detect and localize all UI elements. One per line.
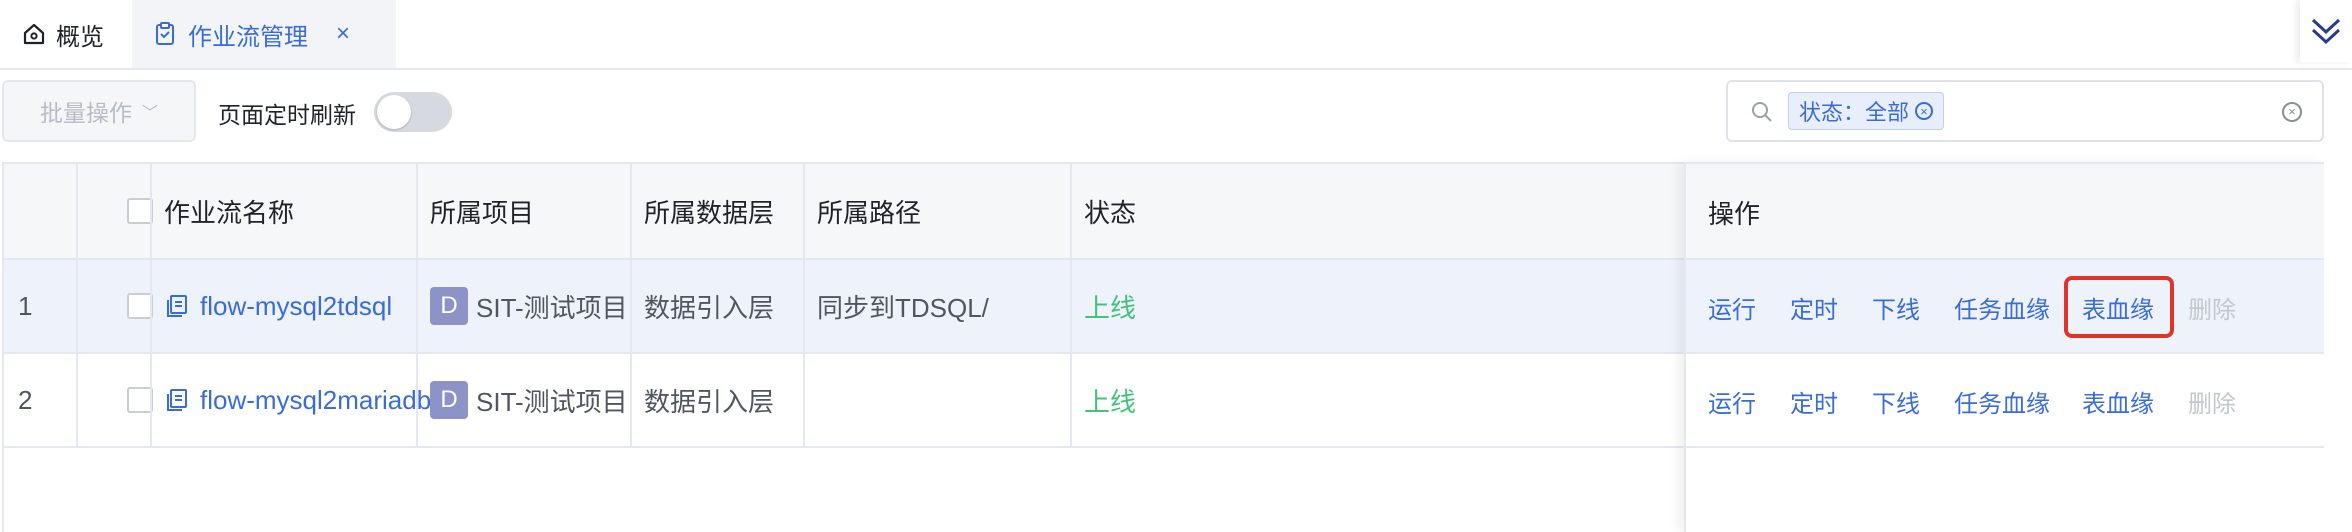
run-link[interactable]: 运行 — [1708, 290, 1756, 325]
highlight-box — [2064, 276, 2174, 338]
status-badge: 上线 — [1084, 292, 1137, 323]
workflow-name[interactable]: flow-mysql2mariadb — [200, 385, 431, 416]
batch-operations-label: 批量操作 — [39, 100, 132, 126]
row-index: 2 — [18, 384, 33, 415]
home-icon — [23, 23, 45, 45]
workflow-name-link[interactable]: flow-mysql2tdsql — [166, 260, 392, 352]
project-name: SIT-测试项目 — [476, 292, 628, 323]
schedule-link[interactable]: 定时 — [1790, 290, 1838, 325]
column-divider — [416, 164, 418, 446]
workflow-name[interactable]: flow-mysql2tdsql — [200, 291, 392, 322]
tab-workflow-management[interactable]: 作业流管理 × — [132, 0, 396, 68]
clipboard-icon — [156, 22, 174, 45]
project-cell: D SIT-测试项目 — [430, 354, 628, 446]
header-status: 状态 — [1084, 197, 1137, 228]
toggle-knob — [377, 95, 411, 129]
header-name: 作业流名称 — [164, 197, 295, 228]
header-project: 所属项目 — [430, 197, 535, 228]
offline-link[interactable]: 下线 — [1872, 384, 1920, 419]
data-layer: 数据引入层 — [644, 386, 775, 417]
status-badge: 上线 — [1084, 386, 1137, 417]
project-avatar: D — [430, 287, 468, 325]
tab-overview[interactable]: 概览 — [22, 0, 104, 68]
project-name: SIT-测试项目 — [476, 386, 628, 417]
close-icon[interactable]: × — [336, 20, 350, 48]
column-divider — [803, 164, 805, 446]
status-filter-label: 状态：全部 — [1799, 100, 1910, 125]
column-divider — [630, 164, 632, 446]
row-index: 1 — [18, 290, 33, 321]
table-lineage-link[interactable]: 表血缘 — [2082, 384, 2154, 419]
task-lineage-link[interactable]: 任务血缘 — [1954, 290, 2050, 325]
auto-refresh-toggle[interactable] — [374, 92, 452, 132]
header-layer: 所属数据层 — [644, 197, 775, 228]
delete-link[interactable]: 删除 — [2188, 290, 2236, 325]
operations-column: 操作 运行 定时 下线 任务血缘 表血缘 删除 运行 定时 下线 任务血缘 表血… — [1684, 162, 2324, 532]
remove-filter-icon[interactable]: × — [1915, 102, 1934, 120]
offline-link[interactable]: 下线 — [1872, 290, 1920, 325]
tab-overview-label: 概览 — [56, 23, 104, 51]
filter-search-box[interactable]: 状态：全部 × × — [1726, 80, 2324, 142]
task-lineage-link[interactable]: 任务血缘 — [1954, 384, 2050, 419]
double-chevron-down-icon — [2311, 18, 2341, 45]
data-layer: 数据引入层 — [644, 292, 775, 323]
project-avatar: D — [430, 381, 468, 419]
search-icon — [1752, 102, 1772, 122]
clear-filter-icon[interactable]: × — [2282, 102, 2302, 122]
delete-link[interactable]: 删除 — [2188, 384, 2236, 419]
tab-bar: 概览 作业流管理 × — [0, 0, 2352, 70]
column-divider — [150, 164, 152, 446]
ops-empty-bg — [1686, 448, 2324, 532]
header-operations: 操作 — [1708, 199, 1761, 229]
column-divider — [1070, 164, 1072, 446]
ops-header-bg — [1686, 164, 2324, 260]
column-divider — [76, 164, 78, 446]
status-filter-chip[interactable]: 状态：全部 × — [1788, 92, 1945, 130]
workflow-icon — [167, 295, 187, 317]
schedule-link[interactable]: 定时 — [1790, 384, 1838, 419]
path: 同步到TDSQL/ — [817, 292, 989, 323]
project-cell: D SIT-测试项目 — [430, 260, 628, 352]
workflow-icon — [167, 389, 187, 411]
auto-refresh-label: 页面定时刷新 — [218, 102, 356, 128]
collapse-tabs-button[interactable] — [2300, 0, 2352, 62]
batch-operations-button[interactable]: 批量操作 ﹀ — [2, 80, 196, 142]
tab-workflow-label: 作业流管理 — [188, 23, 308, 51]
run-link[interactable]: 运行 — [1708, 384, 1756, 419]
chevron-down-icon: ﹀ — [141, 105, 158, 122]
header-path: 所属路径 — [817, 197, 922, 228]
workflow-name-link[interactable]: flow-mysql2mariadb — [166, 354, 431, 446]
